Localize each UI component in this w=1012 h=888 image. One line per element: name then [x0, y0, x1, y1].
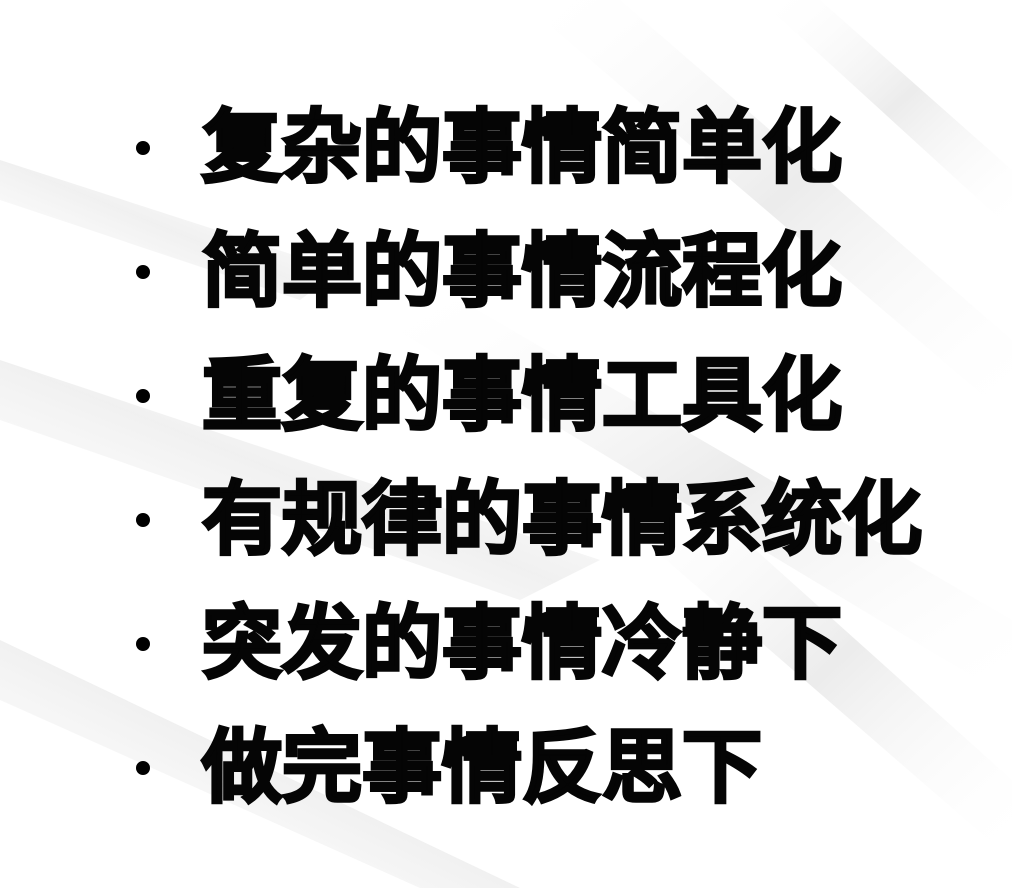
list-item: 突发的事情冷静下 [128, 582, 922, 706]
list-item-text: 复杂的事情简单化 [201, 100, 844, 196]
list-item-text: 重复的事情工具化 [201, 348, 844, 444]
list-item: 有规律的事情系统化 [128, 458, 924, 582]
list-item-text: 突发的事情冷静下 [201, 596, 844, 692]
bullet-dot-icon [136, 761, 150, 775]
list-item-text: 做完事情反思下 [201, 720, 764, 816]
bullet-dot-icon [136, 513, 150, 527]
principles-list: 复杂的事情简单化 简单的事情流程化 重复的事情工具化 有规律的事情系统化 突发的… [128, 86, 924, 830]
list-item: 做完事情反思下 [128, 706, 922, 830]
bullet-dot-icon [136, 265, 150, 279]
bullet-dot-icon [136, 637, 150, 651]
list-item-text: 简单的事情流程化 [201, 224, 844, 320]
list-item: 复杂的事情简单化 [128, 86, 922, 210]
list-item: 简单的事情流程化 [128, 210, 922, 334]
list-item: 重复的事情工具化 [128, 334, 922, 458]
list-item-text: 有规律的事情系统化 [201, 472, 924, 568]
bullet-dot-icon [136, 141, 150, 155]
bullet-dot-icon [136, 389, 150, 403]
